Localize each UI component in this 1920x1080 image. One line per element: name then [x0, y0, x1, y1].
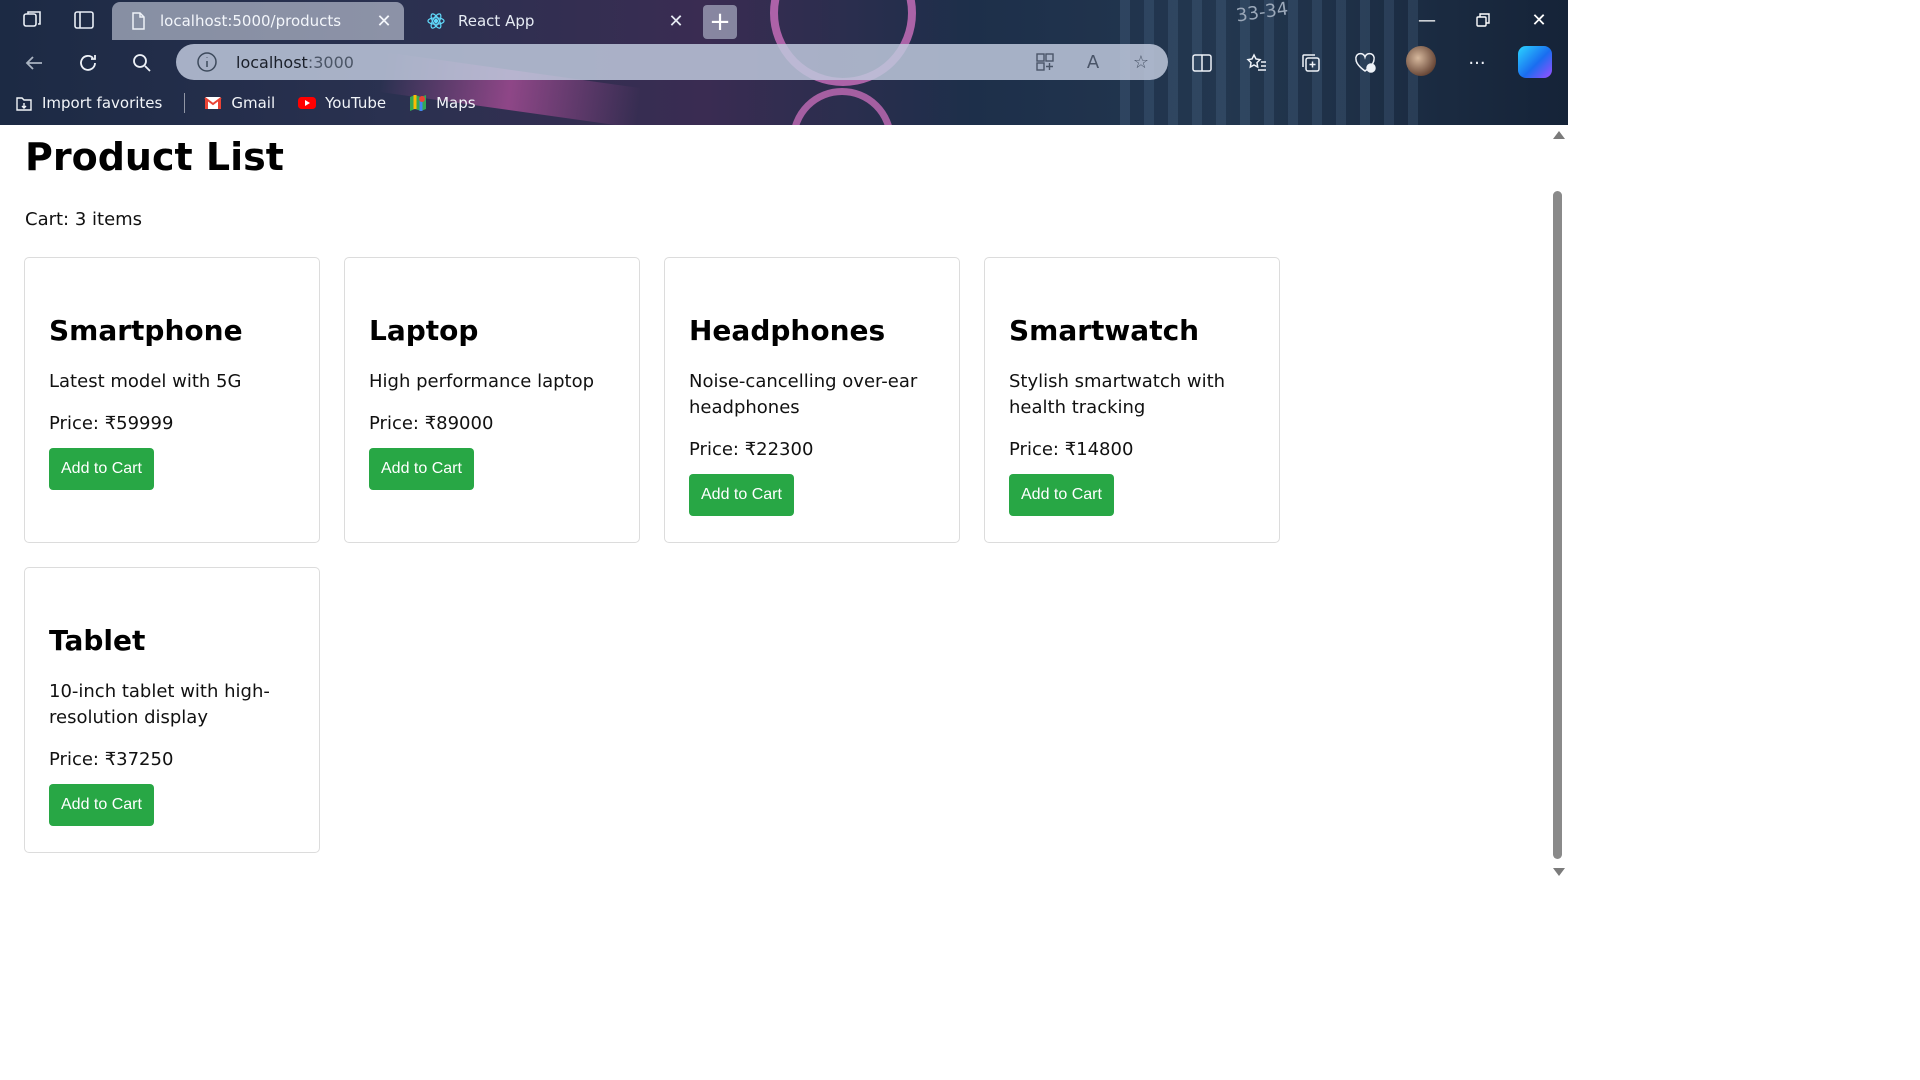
product-price: Price: ₹59999 — [49, 413, 174, 434]
scroll-up-arrow-icon[interactable] — [1553, 131, 1565, 139]
page-icon — [128, 11, 148, 31]
address-bar[interactable]: localhost:3000 A ☆ — [176, 44, 1168, 80]
product-name: Laptop — [369, 314, 479, 347]
scroll-down-arrow-icon[interactable] — [1553, 868, 1565, 876]
refresh-icon[interactable] — [75, 50, 101, 76]
product-name: Tablet — [49, 624, 146, 657]
add-to-cart-button[interactable]: Add to Cart — [689, 474, 794, 516]
more-options-icon[interactable]: ··· — [1463, 50, 1491, 76]
product-price: Price: ₹89000 — [369, 413, 494, 434]
scrollbar-thumb[interactable] — [1553, 191, 1562, 859]
apps-icon[interactable] — [1032, 50, 1058, 74]
add-to-cart-button[interactable]: Add to Cart — [49, 448, 154, 490]
bookmark-maps[interactable]: Maps — [408, 93, 476, 113]
product-grid: Smartphone Latest model with 5G Price: ₹… — [24, 257, 1294, 853]
tab-products[interactable]: localhost:5000/products ✕ — [112, 2, 404, 40]
tab-title: React App — [458, 12, 535, 30]
search-icon[interactable] — [129, 50, 155, 76]
address-url: localhost:3000 — [236, 53, 354, 72]
back-icon[interactable] — [21, 50, 47, 76]
read-aloud-icon[interactable]: A — [1080, 50, 1106, 74]
product-card-headphones: Headphones Noise-cancelling over-ear hea… — [664, 257, 960, 543]
maps-icon — [408, 93, 428, 113]
product-price: Price: ₹14800 — [1009, 439, 1134, 460]
product-price: Price: ₹22300 — [689, 439, 814, 460]
tab-strip: localhost:5000/products ✕ React App ✕ + … — [0, 0, 1568, 40]
address-actions: A ☆ — [1032, 50, 1154, 74]
vertical-scrollbar[interactable] — [1550, 125, 1568, 882]
product-price: Price: ₹37250 — [49, 749, 174, 770]
bookmark-import-favorites[interactable]: Import favorites — [14, 93, 162, 113]
product-card-smartwatch: Smartwatch Stylish smartwatch with healt… — [984, 257, 1280, 543]
product-description: Stylish smartwatch with health tracking — [1009, 371, 1226, 418]
browser-chrome: 33-34 localhost:5000/products ✕ React Ap… — [0, 0, 1568, 125]
product-name: Headphones — [689, 314, 886, 347]
gmail-icon — [203, 93, 223, 113]
close-icon[interactable]: ✕ — [666, 11, 686, 32]
collections-icon[interactable] — [1297, 50, 1325, 76]
import-favorites-icon — [14, 93, 34, 113]
bookmark-label: YouTube — [325, 94, 387, 112]
split-screen-icon[interactable] — [1188, 50, 1216, 76]
product-card-tablet: Tablet 10-inch tablet with high-resoluti… — [24, 567, 320, 853]
bookmark-youtube[interactable]: YouTube — [297, 93, 386, 113]
workspaces-icon[interactable] — [20, 8, 44, 32]
navigation-bar: localhost:3000 A ☆ ··· — [0, 42, 1568, 82]
restore-icon[interactable] — [1468, 6, 1498, 34]
copilot-icon[interactable] — [1518, 46, 1552, 78]
bookmarks-separator — [184, 93, 186, 113]
bookmark-label: Gmail — [231, 94, 276, 112]
page-title: Product List — [25, 135, 284, 179]
product-name: Smartphone — [49, 314, 243, 347]
profile-avatar[interactable] — [1406, 46, 1436, 76]
product-description: 10-inch tablet with high-resolution disp… — [49, 681, 270, 728]
close-window-icon[interactable]: ✕ — [1524, 6, 1554, 34]
youtube-icon — [297, 93, 317, 113]
url-port: :3000 — [307, 52, 354, 72]
tab-actions-icon[interactable] — [72, 8, 96, 32]
add-to-cart-button[interactable]: Add to Cart — [49, 784, 154, 826]
cart-count: Cart: 3 items — [25, 209, 143, 230]
bookmark-gmail[interactable]: Gmail — [203, 93, 275, 113]
site-info-icon[interactable] — [196, 51, 218, 73]
favorites-icon[interactable] — [1243, 50, 1271, 76]
browser-essentials-icon[interactable] — [1351, 50, 1379, 76]
url-host: localhost — [236, 52, 308, 72]
product-description: Noise-cancelling over-ear headphones — [689, 371, 918, 418]
tab-react-app[interactable]: React App ✕ — [410, 2, 696, 40]
bookmark-label: Maps — [436, 94, 476, 112]
new-tab-button[interactable]: + — [703, 5, 737, 39]
minimize-icon[interactable]: — — [1412, 6, 1442, 34]
product-card-smartphone: Smartphone Latest model with 5G Price: ₹… — [24, 257, 320, 543]
tab-title: localhost:5000/products — [160, 12, 342, 30]
product-name: Smartwatch — [1009, 314, 1200, 347]
add-to-cart-button[interactable]: Add to Cart — [369, 448, 474, 490]
close-icon[interactable]: ✕ — [374, 11, 394, 32]
add-to-cart-button[interactable]: Add to Cart — [1009, 474, 1114, 516]
product-card-laptop: Laptop High performance laptop Price: ₹8… — [344, 257, 640, 543]
product-description: Latest model with 5G — [49, 371, 242, 392]
product-description: High performance laptop — [369, 371, 595, 392]
react-icon — [426, 11, 446, 31]
favorite-star-icon[interactable]: ☆ — [1128, 50, 1154, 74]
bookmark-label: Import favorites — [42, 94, 163, 112]
page-content: Product List Cart: 3 items Smartphone La… — [0, 125, 1550, 882]
bookmarks-bar: Import favorites Gmail YouTube Maps — [0, 88, 1568, 118]
